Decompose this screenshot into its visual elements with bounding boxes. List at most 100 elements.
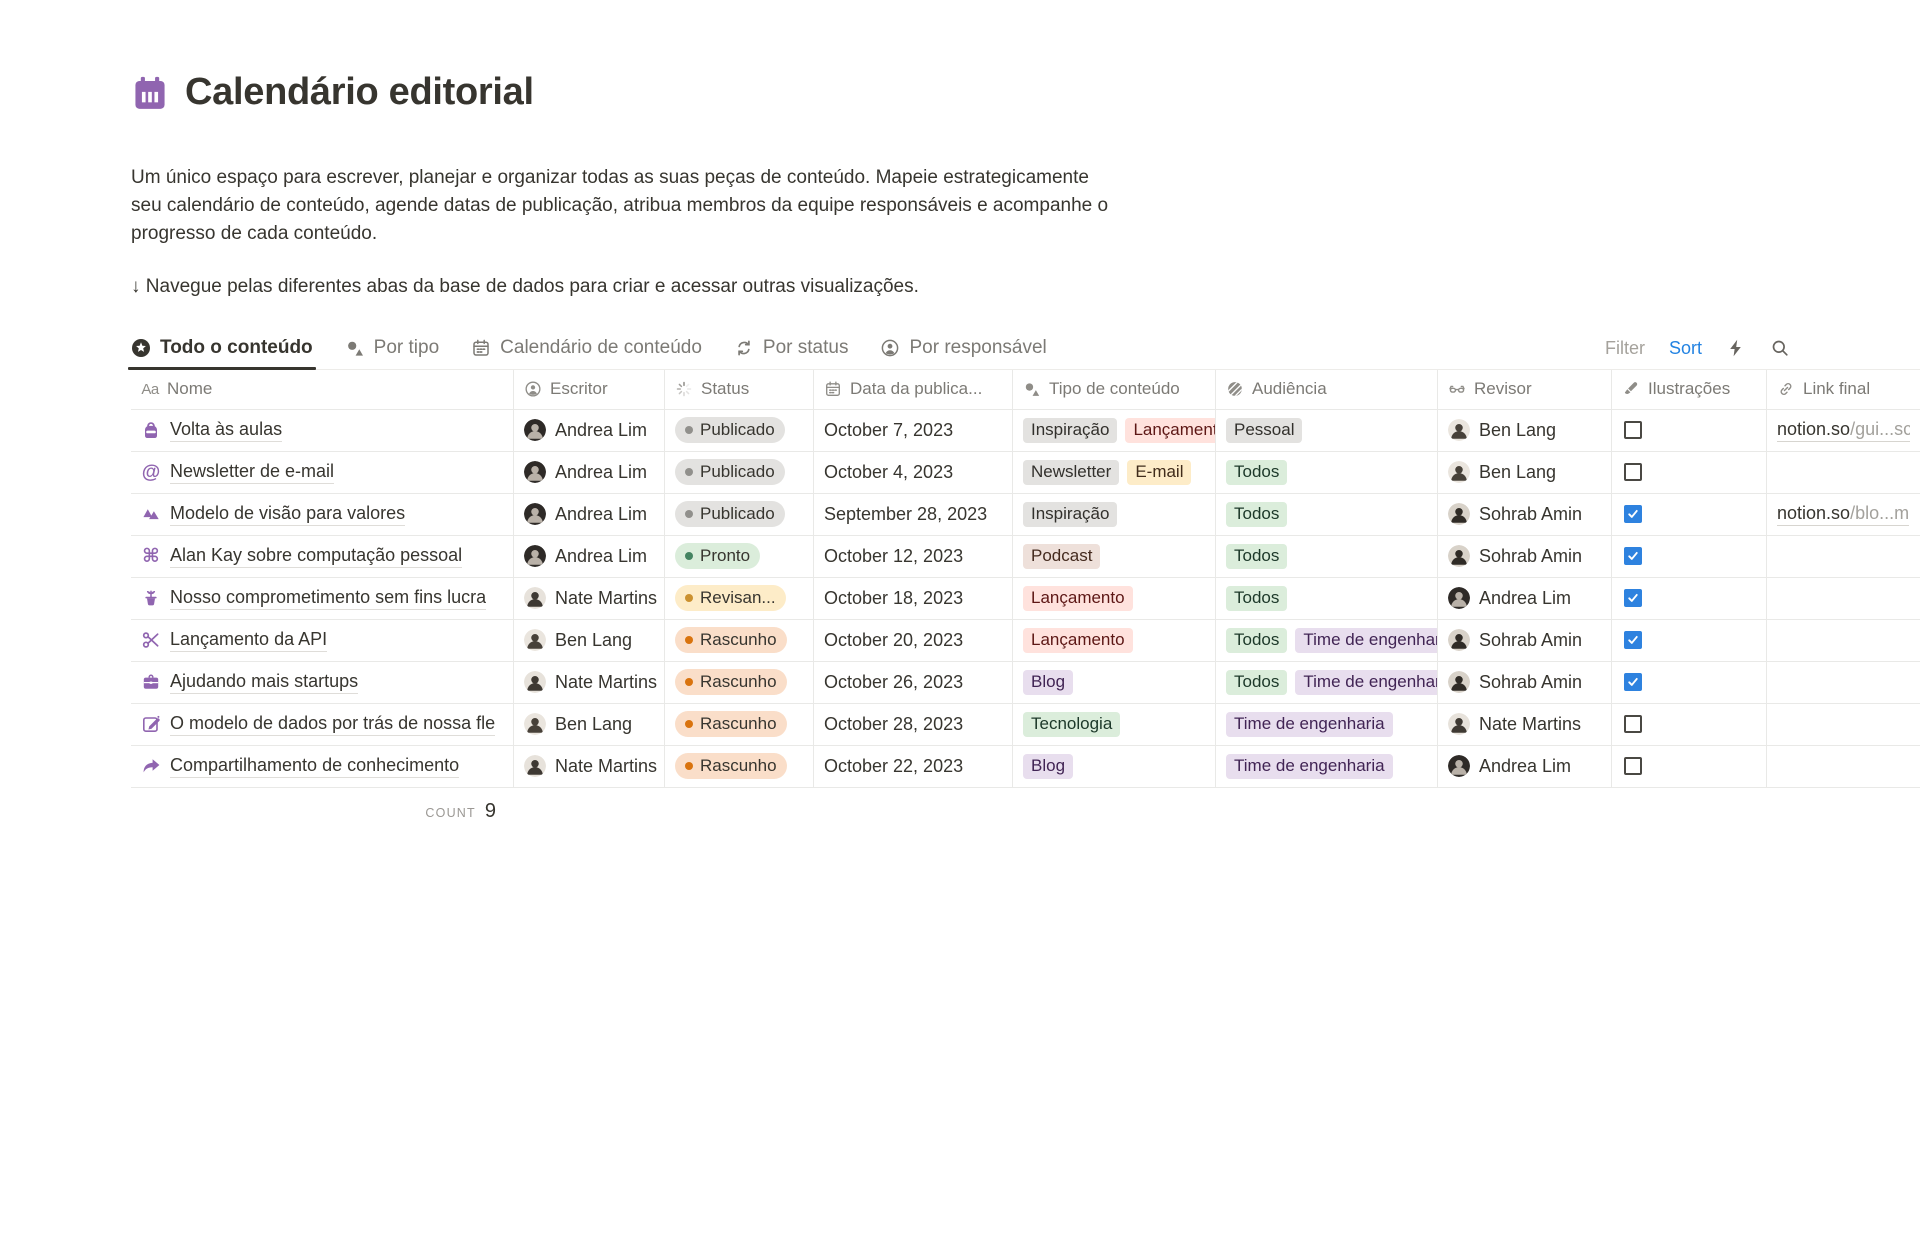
cell-nome[interactable]: Volta às aulas: [131, 410, 514, 451]
cell-nome[interactable]: @Newsletter de e-mail: [131, 452, 514, 493]
cell-link-final[interactable]: [1767, 536, 1920, 577]
count-button[interactable]: COUNT 9: [131, 800, 514, 823]
cell-audiencia[interactable]: Todos: [1216, 578, 1438, 619]
cell-audiencia[interactable]: Pessoal: [1216, 410, 1438, 451]
cell-link-final[interactable]: notion.so/blo...m: [1767, 494, 1920, 535]
cell-revisor[interactable]: Sohrab Amin: [1438, 536, 1612, 577]
cell-audiencia[interactable]: TodosTime de engenharia: [1216, 620, 1438, 661]
cell-tipo-conteudo[interactable]: Podcast: [1013, 536, 1216, 577]
illustrations-checkbox[interactable]: [1624, 505, 1642, 523]
cell-data-publicacao[interactable]: October 26, 2023: [814, 662, 1013, 703]
cell-nome[interactable]: Ajudando mais startups: [131, 662, 514, 703]
bolt-icon[interactable]: [1726, 338, 1746, 358]
illustrations-checkbox[interactable]: [1624, 589, 1642, 607]
cell-status[interactable]: Rascunho: [665, 620, 814, 661]
tab-por-responsavel[interactable]: Por responsável: [880, 328, 1046, 369]
column-header-status[interactable]: Status: [665, 370, 814, 409]
cell-escritor[interactable]: Andrea Lim: [514, 494, 665, 535]
cell-revisor[interactable]: Ben Lang: [1438, 452, 1612, 493]
cell-status[interactable]: Revisan...: [665, 578, 814, 619]
illustrations-checkbox[interactable]: [1624, 547, 1642, 565]
cell-tipo-conteudo[interactable]: NewsletterE-mail: [1013, 452, 1216, 493]
filter-button[interactable]: Filter: [1605, 338, 1645, 359]
cell-data-publicacao[interactable]: October 4, 2023: [814, 452, 1013, 493]
column-header-ilustracoes[interactable]: Ilustrações: [1612, 370, 1767, 409]
tab-por-tipo[interactable]: Por tipo: [345, 328, 439, 369]
cell-status[interactable]: Rascunho: [665, 704, 814, 745]
cell-audiencia[interactable]: Time de engenharia: [1216, 746, 1438, 787]
cell-status[interactable]: Rascunho: [665, 662, 814, 703]
cell-link-final[interactable]: [1767, 746, 1920, 787]
column-header-link-final[interactable]: Link final: [1767, 370, 1920, 409]
cell-ilustracoes[interactable]: [1612, 410, 1767, 451]
cell-data-publicacao[interactable]: September 28, 2023: [814, 494, 1013, 535]
cell-data-publicacao[interactable]: October 12, 2023: [814, 536, 1013, 577]
final-link[interactable]: notion.so/blo...m: [1777, 503, 1909, 526]
cell-ilustracoes[interactable]: [1612, 536, 1767, 577]
illustrations-checkbox[interactable]: [1624, 463, 1642, 481]
cell-tipo-conteudo[interactable]: Lançamento: [1013, 578, 1216, 619]
search-icon[interactable]: [1770, 338, 1790, 358]
final-link[interactable]: notion.so/gui...sc: [1777, 419, 1910, 442]
cell-revisor[interactable]: Andrea Lim: [1438, 746, 1612, 787]
column-header-audiencia[interactable]: Audiência: [1216, 370, 1438, 409]
cell-data-publicacao[interactable]: October 18, 2023: [814, 578, 1013, 619]
cell-link-final[interactable]: [1767, 620, 1920, 661]
cell-escritor[interactable]: Nate Martins: [514, 746, 665, 787]
cell-ilustracoes[interactable]: [1612, 704, 1767, 745]
cell-status[interactable]: Pronto: [665, 536, 814, 577]
cell-audiencia[interactable]: TodosTime de engenharia: [1216, 662, 1438, 703]
cell-audiencia[interactable]: Todos: [1216, 452, 1438, 493]
cell-escritor[interactable]: Nate Martins: [514, 578, 665, 619]
cell-link-final[interactable]: notion.so/gui...sc: [1767, 410, 1920, 451]
cell-revisor[interactable]: Ben Lang: [1438, 410, 1612, 451]
cell-link-final[interactable]: [1767, 704, 1920, 745]
cell-escritor[interactable]: Andrea Lim: [514, 410, 665, 451]
cell-escritor[interactable]: Ben Lang: [514, 704, 665, 745]
column-header-revisor[interactable]: Revisor: [1438, 370, 1612, 409]
cell-tipo-conteudo[interactable]: Blog: [1013, 662, 1216, 703]
tab-por-status[interactable]: Por status: [734, 328, 849, 369]
cell-nome[interactable]: ⌘Alan Kay sobre computação pessoal: [131, 536, 514, 577]
cell-audiencia[interactable]: Todos: [1216, 494, 1438, 535]
cell-audiencia[interactable]: Todos: [1216, 536, 1438, 577]
cell-ilustracoes[interactable]: [1612, 746, 1767, 787]
cell-ilustracoes[interactable]: [1612, 452, 1767, 493]
illustrations-checkbox[interactable]: [1624, 421, 1642, 439]
cell-nome[interactable]: Modelo de visão para valores: [131, 494, 514, 535]
cell-link-final[interactable]: [1767, 662, 1920, 703]
cell-revisor[interactable]: Andrea Lim: [1438, 578, 1612, 619]
cell-tipo-conteudo[interactable]: Lançamento: [1013, 620, 1216, 661]
cell-data-publicacao[interactable]: October 7, 2023: [814, 410, 1013, 451]
cell-revisor[interactable]: Sohrab Amin: [1438, 494, 1612, 535]
illustrations-checkbox[interactable]: [1624, 673, 1642, 691]
cell-ilustracoes[interactable]: [1612, 578, 1767, 619]
cell-nome[interactable]: Compartilhamento de conhecimento: [131, 746, 514, 787]
cell-status[interactable]: Rascunho: [665, 746, 814, 787]
tab-todo-o-conteudo[interactable]: Todo o conteúdo: [131, 328, 313, 369]
cell-status[interactable]: Publicado: [665, 494, 814, 535]
column-header-data-da-publica[interactable]: Data da publica...: [814, 370, 1013, 409]
cell-status[interactable]: Publicado: [665, 452, 814, 493]
cell-ilustracoes[interactable]: [1612, 620, 1767, 661]
column-header-escritor[interactable]: Escritor: [514, 370, 665, 409]
cell-nome[interactable]: O modelo de dados por trás de nossa fle: [131, 704, 514, 745]
cell-data-publicacao[interactable]: October 28, 2023: [814, 704, 1013, 745]
cell-nome[interactable]: Lançamento da API: [131, 620, 514, 661]
cell-link-final[interactable]: [1767, 578, 1920, 619]
cell-revisor[interactable]: Sohrab Amin: [1438, 620, 1612, 661]
cell-ilustracoes[interactable]: [1612, 662, 1767, 703]
cell-tipo-conteudo[interactable]: Inspiração: [1013, 494, 1216, 535]
cell-revisor[interactable]: Sohrab Amin: [1438, 662, 1612, 703]
cell-status[interactable]: Publicado: [665, 410, 814, 451]
illustrations-checkbox[interactable]: [1624, 757, 1642, 775]
column-header-nome[interactable]: AaNome: [131, 370, 514, 409]
column-header-tipo-de-conteudo[interactable]: Tipo de conteúdo: [1013, 370, 1216, 409]
cell-data-publicacao[interactable]: October 20, 2023: [814, 620, 1013, 661]
cell-tipo-conteudo[interactable]: Blog: [1013, 746, 1216, 787]
sort-button[interactable]: Sort: [1669, 338, 1702, 359]
cell-nome[interactable]: Nosso comprometimento sem fins lucra: [131, 578, 514, 619]
cell-escritor[interactable]: Andrea Lim: [514, 536, 665, 577]
tab-calendario-de-conteudo[interactable]: Calendário de conteúdo: [471, 328, 702, 369]
cell-tipo-conteudo[interactable]: InspiraçãoLançamento: [1013, 410, 1216, 451]
